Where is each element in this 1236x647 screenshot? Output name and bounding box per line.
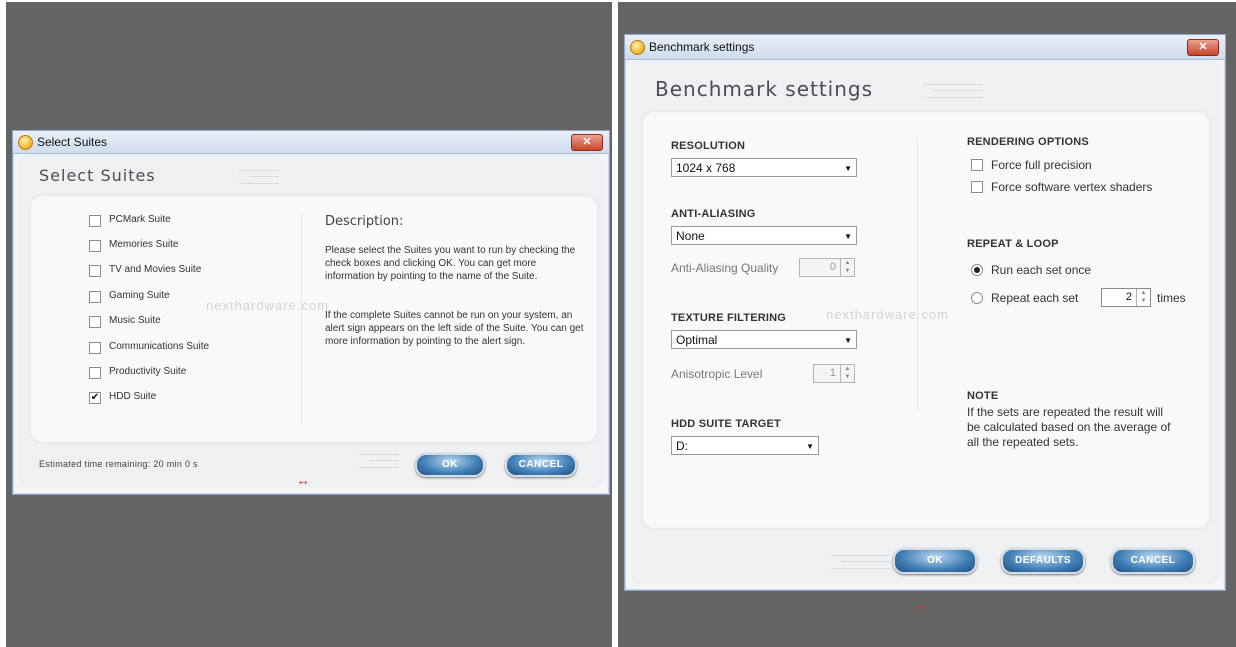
suite-label: Productivity Suite: [109, 366, 187, 377]
checkbox[interactable]: [89, 316, 101, 328]
aniso-value: 1: [829, 367, 836, 379]
hdd-suite-target-heading: HDD SUITE TARGET: [671, 418, 781, 430]
anisotropic-level-label: Anisotropic Level: [671, 367, 763, 381]
resize-icon: ↔: [296, 472, 310, 488]
watermark: nexthardware.com: [826, 307, 949, 322]
suites-card: PCMark Suite Memories Suite TV and Movie…: [29, 194, 599, 444]
window-title: Benchmark settings: [649, 40, 755, 54]
anti-aliasing-select[interactable]: None ▼: [671, 226, 857, 245]
spinner-arrows-icon[interactable]: ▲ ▼: [840, 365, 854, 382]
cancel-button[interactable]: CANCEL: [505, 453, 577, 477]
ok-button[interactable]: OK: [893, 548, 977, 574]
dialog-body: Benchmark settings RESOLUTION 1024 x 768…: [631, 60, 1219, 584]
title-bar[interactable]: Benchmark settings ✕: [625, 35, 1225, 60]
dialog-header: Benchmark settings: [655, 77, 874, 101]
anisotropic-level-spinner[interactable]: 1 ▲ ▼: [813, 364, 855, 383]
option-label: Force software vertex shaders: [991, 180, 1153, 194]
radio-selected[interactable]: [971, 264, 983, 276]
watermark: nexthardware.com: [206, 298, 329, 313]
defaults-button[interactable]: DEFAULTS: [1001, 548, 1085, 574]
suite-label: Music Suite: [109, 315, 161, 326]
description-heading: Description:: [325, 214, 404, 229]
dialog-body: Select Suites PCMark Suite Memories Suit…: [19, 154, 603, 488]
dropdown-arrow-icon: ▼: [806, 442, 814, 451]
dropdown-arrow-icon: ▼: [844, 164, 852, 173]
close-button[interactable]: ✕: [571, 134, 603, 151]
dropdown-arrow-icon: ▼: [844, 336, 852, 345]
app-icon: [18, 135, 33, 150]
header-decoration: [923, 84, 983, 98]
checkbox[interactable]: [89, 342, 101, 354]
option-label: Force full precision: [991, 158, 1092, 172]
title-bar[interactable]: Select Suites ✕: [13, 131, 609, 154]
anti-aliasing-quality-label: Anti-Aliasing Quality: [671, 261, 779, 275]
anti-aliasing-value: None: [676, 229, 705, 243]
right-screenshot-panel: Benchmark settings ✕ Benchmark settings …: [618, 2, 1236, 647]
anti-aliasing-quality-spinner[interactable]: 0 ▲ ▼: [799, 258, 855, 277]
texture-filtering-select[interactable]: Optimal ▼: [671, 330, 857, 349]
suite-label: PCMark Suite: [109, 214, 171, 225]
suite-label: Communications Suite: [109, 341, 210, 352]
spinner-arrows-icon[interactable]: ▲ ▼: [840, 259, 854, 276]
checkbox[interactable]: [89, 367, 101, 379]
resolution-select[interactable]: 1024 x 768 ▼: [671, 158, 857, 177]
suite-label: TV and Movies Suite: [109, 264, 202, 275]
description-text-2: If the complete Suites cannot be run on …: [325, 310, 584, 347]
option-label: Repeat each set: [991, 291, 1079, 305]
option-label: Run each set once: [991, 263, 1092, 277]
hdd-target-value: D:: [676, 439, 688, 453]
suite-label: Gaming Suite: [109, 290, 170, 301]
resolution-value: 1024 x 768: [676, 161, 736, 175]
estimated-time: Estimated time remaining: 20 min 0 s: [39, 459, 198, 469]
quality-value: 0: [829, 261, 836, 273]
texture-filtering-heading: TEXTURE FILTERING: [671, 312, 787, 324]
checkbox[interactable]: [971, 159, 983, 171]
footer-decoration: [359, 454, 399, 468]
left-screenshot-panel: Select Suites ✕ Select Suites PCMark Sui…: [6, 2, 612, 647]
texture-filtering-value: Optimal: [676, 333, 718, 347]
repeat-count-spinner[interactable]: 2 ▲ ▼: [1101, 288, 1151, 307]
hdd-suite-target-select[interactable]: D: ▼: [671, 436, 819, 455]
dropdown-arrow-icon: ▼: [844, 232, 852, 241]
suite-label: HDD Suite: [109, 391, 157, 402]
description-text-1: Please select the Suites you want to run…: [325, 245, 576, 282]
note-text: If the sets are repeated the result will…: [967, 405, 1171, 449]
divider: [301, 214, 302, 424]
repeat-count-value: 2: [1125, 291, 1132, 303]
note-heading: NOTE: [967, 390, 999, 402]
checkbox-checked[interactable]: ✔: [89, 392, 101, 404]
checkbox[interactable]: [89, 265, 101, 277]
suite-label: Memories Suite: [109, 239, 179, 250]
checkbox[interactable]: [89, 291, 101, 303]
cancel-button[interactable]: CANCEL: [1111, 548, 1195, 574]
rendering-options-heading: RENDERING OPTIONS: [967, 136, 1089, 148]
close-button[interactable]: ✕: [1187, 39, 1219, 56]
dialog-header: Select Suites: [39, 166, 156, 185]
ok-button[interactable]: OK: [415, 453, 485, 477]
window-title: Select Suites: [37, 135, 108, 149]
resize-icon: ↔: [914, 597, 928, 613]
divider: [917, 140, 918, 410]
repeat-loop-heading: REPEAT & LOOP: [967, 238, 1059, 250]
checkbox[interactable]: [971, 181, 983, 193]
app-icon: [630, 40, 645, 55]
anti-aliasing-heading: ANTI-ALIASING: [671, 208, 756, 220]
checkbox[interactable]: [89, 240, 101, 252]
resolution-heading: RESOLUTION: [671, 140, 746, 152]
spinner-arrows-icon[interactable]: ▲ ▼: [1136, 289, 1150, 306]
footer-decoration: [831, 555, 891, 569]
checkbox[interactable]: [89, 215, 101, 227]
radio[interactable]: [971, 292, 983, 304]
times-label: times: [1157, 291, 1186, 305]
header-decoration: [239, 170, 279, 184]
